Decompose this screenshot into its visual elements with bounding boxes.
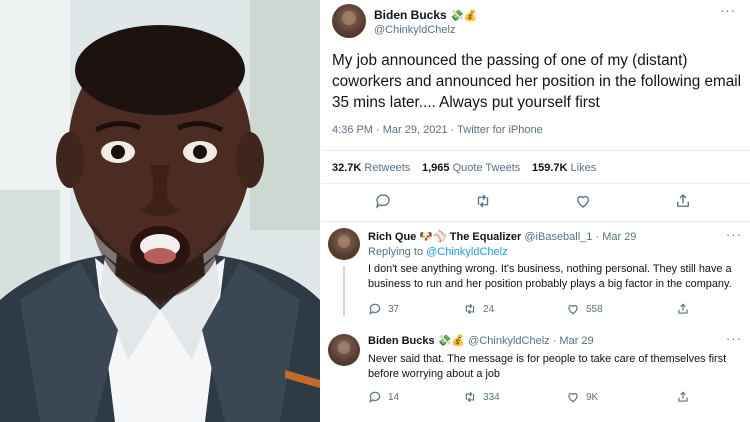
quote-label: Quote Tweets xyxy=(452,162,521,174)
tweet-timestamp[interactable]: 4:36 PM · Mar 29, 2021 · Twitter for iPh… xyxy=(332,124,543,136)
share-button[interactable] xyxy=(676,390,690,404)
more-icon[interactable]: ··· xyxy=(726,228,742,241)
retweet-icon xyxy=(465,303,475,315)
reply-icon[interactable] xyxy=(374,192,392,215)
reply-count: 14 xyxy=(388,391,400,403)
reply-tweet[interactable]: Rich Que 🐶⚾ The Equalizer @iBaseball_1 ·… xyxy=(322,222,750,324)
retweets-count: 32.7K xyxy=(332,162,362,174)
reply-actions: 37 24 558 xyxy=(368,302,738,318)
retweet-icon xyxy=(465,391,475,403)
retweets-label: Retweets xyxy=(364,162,411,174)
tweet-stats: 32.7K Retweets 1,965 Quote Tweets 159.7K… xyxy=(322,150,750,184)
avatar[interactable] xyxy=(328,334,360,366)
reply-icon xyxy=(369,391,381,404)
like-count: 558 xyxy=(586,303,603,315)
reply-button[interactable]: 37 xyxy=(368,302,399,316)
reply-handle-date[interactable]: @ChinkyldChelz · Mar 29 xyxy=(468,335,594,347)
avatar[interactable] xyxy=(328,228,360,260)
reply-count: 37 xyxy=(388,303,400,315)
share-icon xyxy=(678,303,688,314)
reply-actions: 14 334 9K xyxy=(368,390,738,406)
replying-prefix: Replying to xyxy=(368,246,424,258)
author-name[interactable]: Biden Bucks 💸💰 xyxy=(374,8,477,22)
reply-button[interactable]: 14 xyxy=(368,390,399,404)
reply-icon xyxy=(369,303,381,316)
replying-to: Replying to @ChinkyldChelz xyxy=(368,246,508,258)
replying-to-link[interactable]: @ChinkyldChelz xyxy=(426,246,507,258)
money-emoji: 💸💰 xyxy=(450,10,478,22)
quote-count: 1,965 xyxy=(422,162,450,174)
main-tweet: Biden Bucks 💸💰 @ChinkyldChelz ··· My job… xyxy=(322,0,750,222)
reply-tweet[interactable]: Biden Bucks 💸💰 @ChinkyldChelz · Mar 29 ·… xyxy=(322,324,750,422)
author-handle[interactable]: @ChinkyldChelz xyxy=(374,24,455,36)
avatar[interactable] xyxy=(332,4,366,38)
like-count: 9K xyxy=(586,391,599,403)
reply-handle-date[interactable]: @iBaseball_1 · Mar 29 xyxy=(524,231,636,243)
more-icon[interactable]: ··· xyxy=(720,4,736,17)
reply-header: Rich Que 🐶⚾ The Equalizer @iBaseball_1 ·… xyxy=(368,230,636,243)
reply-author-name[interactable]: Rich Que 🐶⚾ The Equalizer xyxy=(368,231,521,243)
share-button[interactable] xyxy=(676,302,690,316)
likes-label: Likes xyxy=(570,162,597,174)
tweet-text: My job announced the passing of one of m… xyxy=(332,52,742,111)
retweet-count: 334 xyxy=(483,391,500,403)
reply-text: Never said that. The message is for peop… xyxy=(368,353,727,380)
tweet-actions xyxy=(322,190,750,214)
thread-line xyxy=(343,266,345,316)
like-icon xyxy=(568,393,578,403)
likes-stat[interactable]: 159.7K Likes xyxy=(532,162,596,174)
money-emoji: 💸💰 xyxy=(437,335,466,347)
reaction-photo xyxy=(0,0,320,422)
quote-tweets-stat[interactable]: 1,965 Quote Tweets xyxy=(422,162,520,174)
like-button[interactable]: 558 xyxy=(566,302,603,316)
tweet-thread: Biden Bucks 💸💰 @ChinkyldChelz ··· My job… xyxy=(322,0,750,422)
like-icon xyxy=(568,305,578,315)
reply-author-name[interactable]: Biden Bucks xyxy=(368,335,435,347)
more-icon[interactable]: ··· xyxy=(726,332,742,345)
like-button[interactable]: 9K xyxy=(566,390,598,404)
retweet-button[interactable]: 334 xyxy=(463,390,500,404)
retweet-icon[interactable] xyxy=(474,192,492,215)
retweet-button[interactable]: 24 xyxy=(463,302,494,316)
likes-count: 159.7K xyxy=(532,162,568,174)
author-name-text: Biden Bucks xyxy=(374,8,447,22)
retweets-stat[interactable]: 32.7K Retweets xyxy=(332,162,410,174)
retweet-count: 24 xyxy=(483,303,495,315)
like-icon[interactable] xyxy=(574,192,592,215)
reply-header: Biden Bucks 💸💰 @ChinkyldChelz · Mar 29 xyxy=(368,334,594,347)
share-icon xyxy=(678,391,688,402)
reply-text: I don't see anything wrong. It's busines… xyxy=(368,263,732,290)
share-icon[interactable] xyxy=(674,192,692,215)
